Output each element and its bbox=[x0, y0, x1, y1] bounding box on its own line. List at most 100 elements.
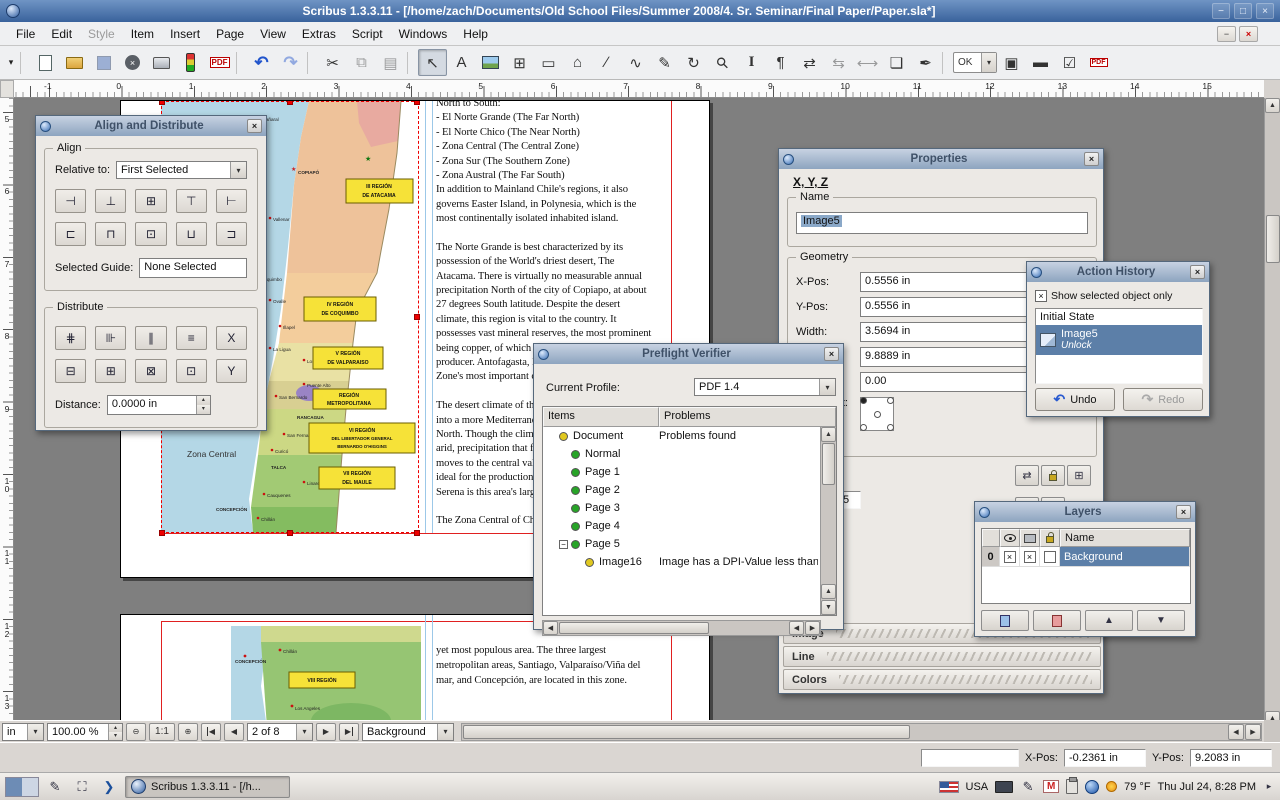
menu-windows[interactable]: Windows bbox=[391, 24, 456, 44]
preflight-row-page-5[interactable]: Page 5 bbox=[543, 535, 820, 553]
menu-file[interactable]: File bbox=[8, 24, 43, 44]
toolbar-separator[interactable] bbox=[307, 52, 316, 74]
profile-select[interactable]: PDF 1.4 bbox=[694, 378, 836, 396]
first-page-button[interactable]: ◀ bbox=[201, 723, 221, 741]
scroll-left-button[interactable]: ◀ bbox=[789, 621, 804, 635]
terminal-icon[interactable]: ❯ bbox=[98, 776, 120, 798]
selection-handle[interactable] bbox=[414, 100, 420, 105]
lock-column-header[interactable] bbox=[1040, 529, 1060, 547]
distribute-button[interactable]: ⊠ bbox=[135, 359, 166, 383]
align-button[interactable]: ⊔ bbox=[176, 222, 207, 246]
scroll-left-button[interactable]: ◀ bbox=[543, 621, 558, 635]
name-input[interactable]: Image5 bbox=[796, 212, 1088, 234]
selection-handle[interactable] bbox=[414, 314, 420, 320]
scroll-up-button[interactable]: ▲ bbox=[821, 584, 836, 599]
scroll-thumb[interactable] bbox=[822, 443, 835, 485]
selection-handle[interactable] bbox=[414, 530, 420, 536]
preflight-row-page-4[interactable]: Page 4 bbox=[543, 517, 820, 535]
dialog-titlebar[interactable]: Properties × bbox=[779, 149, 1103, 169]
insert-line-tool[interactable]: ∕ bbox=[592, 49, 621, 76]
zoom-level-input[interactable]: 100.00 % ▴▾ bbox=[47, 723, 123, 741]
distribute-button[interactable]: X bbox=[216, 326, 247, 350]
scroll-thumb[interactable] bbox=[559, 622, 709, 634]
items-column-header[interactable]: Items bbox=[543, 407, 659, 427]
selection-handle[interactable] bbox=[287, 100, 293, 105]
zoom-out-button[interactable]: ⊖ bbox=[126, 723, 146, 741]
dialog-titlebar[interactable]: Align and Distribute × bbox=[36, 116, 266, 136]
mail-notifier-icon[interactable]: M bbox=[1043, 780, 1059, 793]
vertical-ruler[interactable]: 5678910111213 bbox=[0, 98, 14, 720]
clipboard-icon[interactable] bbox=[1066, 779, 1078, 794]
rotate-item-tool[interactable]: ↻ bbox=[679, 49, 708, 76]
pdf-text-field-tool[interactable]: ▬ bbox=[1026, 49, 1055, 76]
weather-icon[interactable] bbox=[1106, 781, 1117, 792]
desktop-pager[interactable] bbox=[5, 777, 39, 797]
scroll-right-button[interactable]: ▶ bbox=[805, 621, 820, 635]
paste-button[interactable]: ▤ bbox=[376, 49, 405, 76]
minimize-button[interactable]: − bbox=[1212, 3, 1230, 19]
scroll-left-button[interactable]: ◀ bbox=[1228, 724, 1244, 740]
preflight-row-page-1[interactable]: Page 1 bbox=[543, 463, 820, 481]
unit-select[interactable]: in bbox=[2, 723, 44, 741]
relative-to-select[interactable]: First Selected bbox=[116, 161, 247, 179]
pen-tray-icon[interactable]: ✎ bbox=[1020, 776, 1036, 798]
maximize-button[interactable]: □ bbox=[1234, 3, 1252, 19]
problems-column-header[interactable]: Problems bbox=[659, 407, 836, 427]
vertical-scrollbar[interactable]: ▲ ▲ ▼ bbox=[1264, 98, 1280, 742]
delete-layer-button[interactable] bbox=[1033, 610, 1081, 631]
preflight-verifier-button[interactable] bbox=[176, 49, 205, 76]
mdi-minimize-button[interactable]: − bbox=[1217, 26, 1236, 42]
align-button[interactable]: ⊣ bbox=[55, 189, 86, 213]
preflight-row-document[interactable]: Document Problems found bbox=[543, 427, 820, 445]
distribute-button[interactable]: ∥ bbox=[135, 326, 166, 350]
layer-row[interactable]: 0 × × Background bbox=[982, 547, 1190, 567]
selection-handle[interactable] bbox=[287, 530, 293, 536]
measurements-tool[interactable]: ⟷ bbox=[853, 49, 882, 76]
distribute-button[interactable]: Y bbox=[216, 359, 247, 383]
screenshot-icon[interactable]: ⛶ bbox=[71, 776, 93, 798]
pdf-push-button-tool[interactable]: ▣ bbox=[997, 49, 1026, 76]
insert-bezier-tool[interactable]: ∿ bbox=[621, 49, 650, 76]
open-document-button[interactable] bbox=[60, 49, 89, 76]
align-button[interactable]: ⊓ bbox=[95, 222, 126, 246]
keyboard-icon[interactable] bbox=[995, 781, 1013, 793]
table-vertical-scrollbar[interactable]: ▲ ▲ ▼ bbox=[820, 427, 836, 615]
undo-button[interactable]: ↶ bbox=[247, 49, 276, 76]
mdi-close-button[interactable]: × bbox=[1239, 26, 1258, 42]
distance-input[interactable]: 0.0000 in ▴▾ bbox=[107, 395, 211, 415]
lower-layer-button[interactable]: ▼ bbox=[1137, 610, 1185, 631]
distribute-button[interactable]: ⊞ bbox=[95, 359, 126, 383]
zoom-in-button[interactable]: ⊕ bbox=[178, 723, 198, 741]
preflight-row-page-2[interactable]: Page 2 bbox=[543, 481, 820, 499]
new-document-button[interactable] bbox=[31, 49, 60, 76]
insert-image-frame-tool[interactable] bbox=[476, 49, 505, 76]
horizontal-scrollbar[interactable]: ◀ ▶ bbox=[461, 723, 1262, 741]
close-icon[interactable]: × bbox=[1176, 505, 1191, 519]
dialog-titlebar[interactable]: Preflight Verifier × bbox=[534, 344, 843, 364]
horizontal-ruler[interactable]: -1012345678910111213141516 bbox=[14, 80, 1264, 98]
basepoint-selector[interactable] bbox=[860, 397, 894, 431]
name-column-header[interactable]: Name bbox=[1060, 529, 1190, 547]
history-item-selected[interactable]: Image5 Unlock bbox=[1036, 325, 1202, 355]
layer-lock-checkbox[interactable] bbox=[1044, 551, 1056, 563]
toolbar-separator[interactable] bbox=[236, 52, 245, 74]
keyboard-layout-flag-icon[interactable] bbox=[939, 781, 959, 793]
zoom-tool[interactable]: ⚲ bbox=[708, 49, 737, 76]
insert-shape-tool[interactable]: ▭ bbox=[534, 49, 563, 76]
history-list[interactable]: Initial State Image5 Unlock bbox=[1035, 308, 1203, 384]
save-document-button[interactable] bbox=[89, 49, 118, 76]
distribute-button[interactable]: ⋕ bbox=[55, 326, 86, 350]
add-layer-button[interactable] bbox=[981, 610, 1029, 631]
preflight-row-image16[interactable]: Image16 Image has a DPI-Value less than … bbox=[543, 553, 820, 571]
scribus-task-button[interactable]: Scribus 1.3.3.11 - [/h... bbox=[125, 776, 290, 798]
menu-extras[interactable]: Extras bbox=[294, 24, 344, 44]
copy-item-properties-tool[interactable]: ❏ bbox=[882, 49, 911, 76]
insert-freehand-tool[interactable]: ✎ bbox=[650, 49, 679, 76]
print-column-header[interactable] bbox=[1020, 529, 1040, 547]
toolbar-separator[interactable] bbox=[407, 52, 416, 74]
distribute-button[interactable]: ⊪ bbox=[95, 326, 126, 350]
next-page-button[interactable]: ▶ bbox=[316, 723, 336, 741]
lock-button[interactable] bbox=[1041, 465, 1065, 486]
pdf-checkbox-tool[interactable]: ☑ bbox=[1055, 49, 1084, 76]
menu-item-menu[interactable]: Item bbox=[123, 24, 162, 44]
